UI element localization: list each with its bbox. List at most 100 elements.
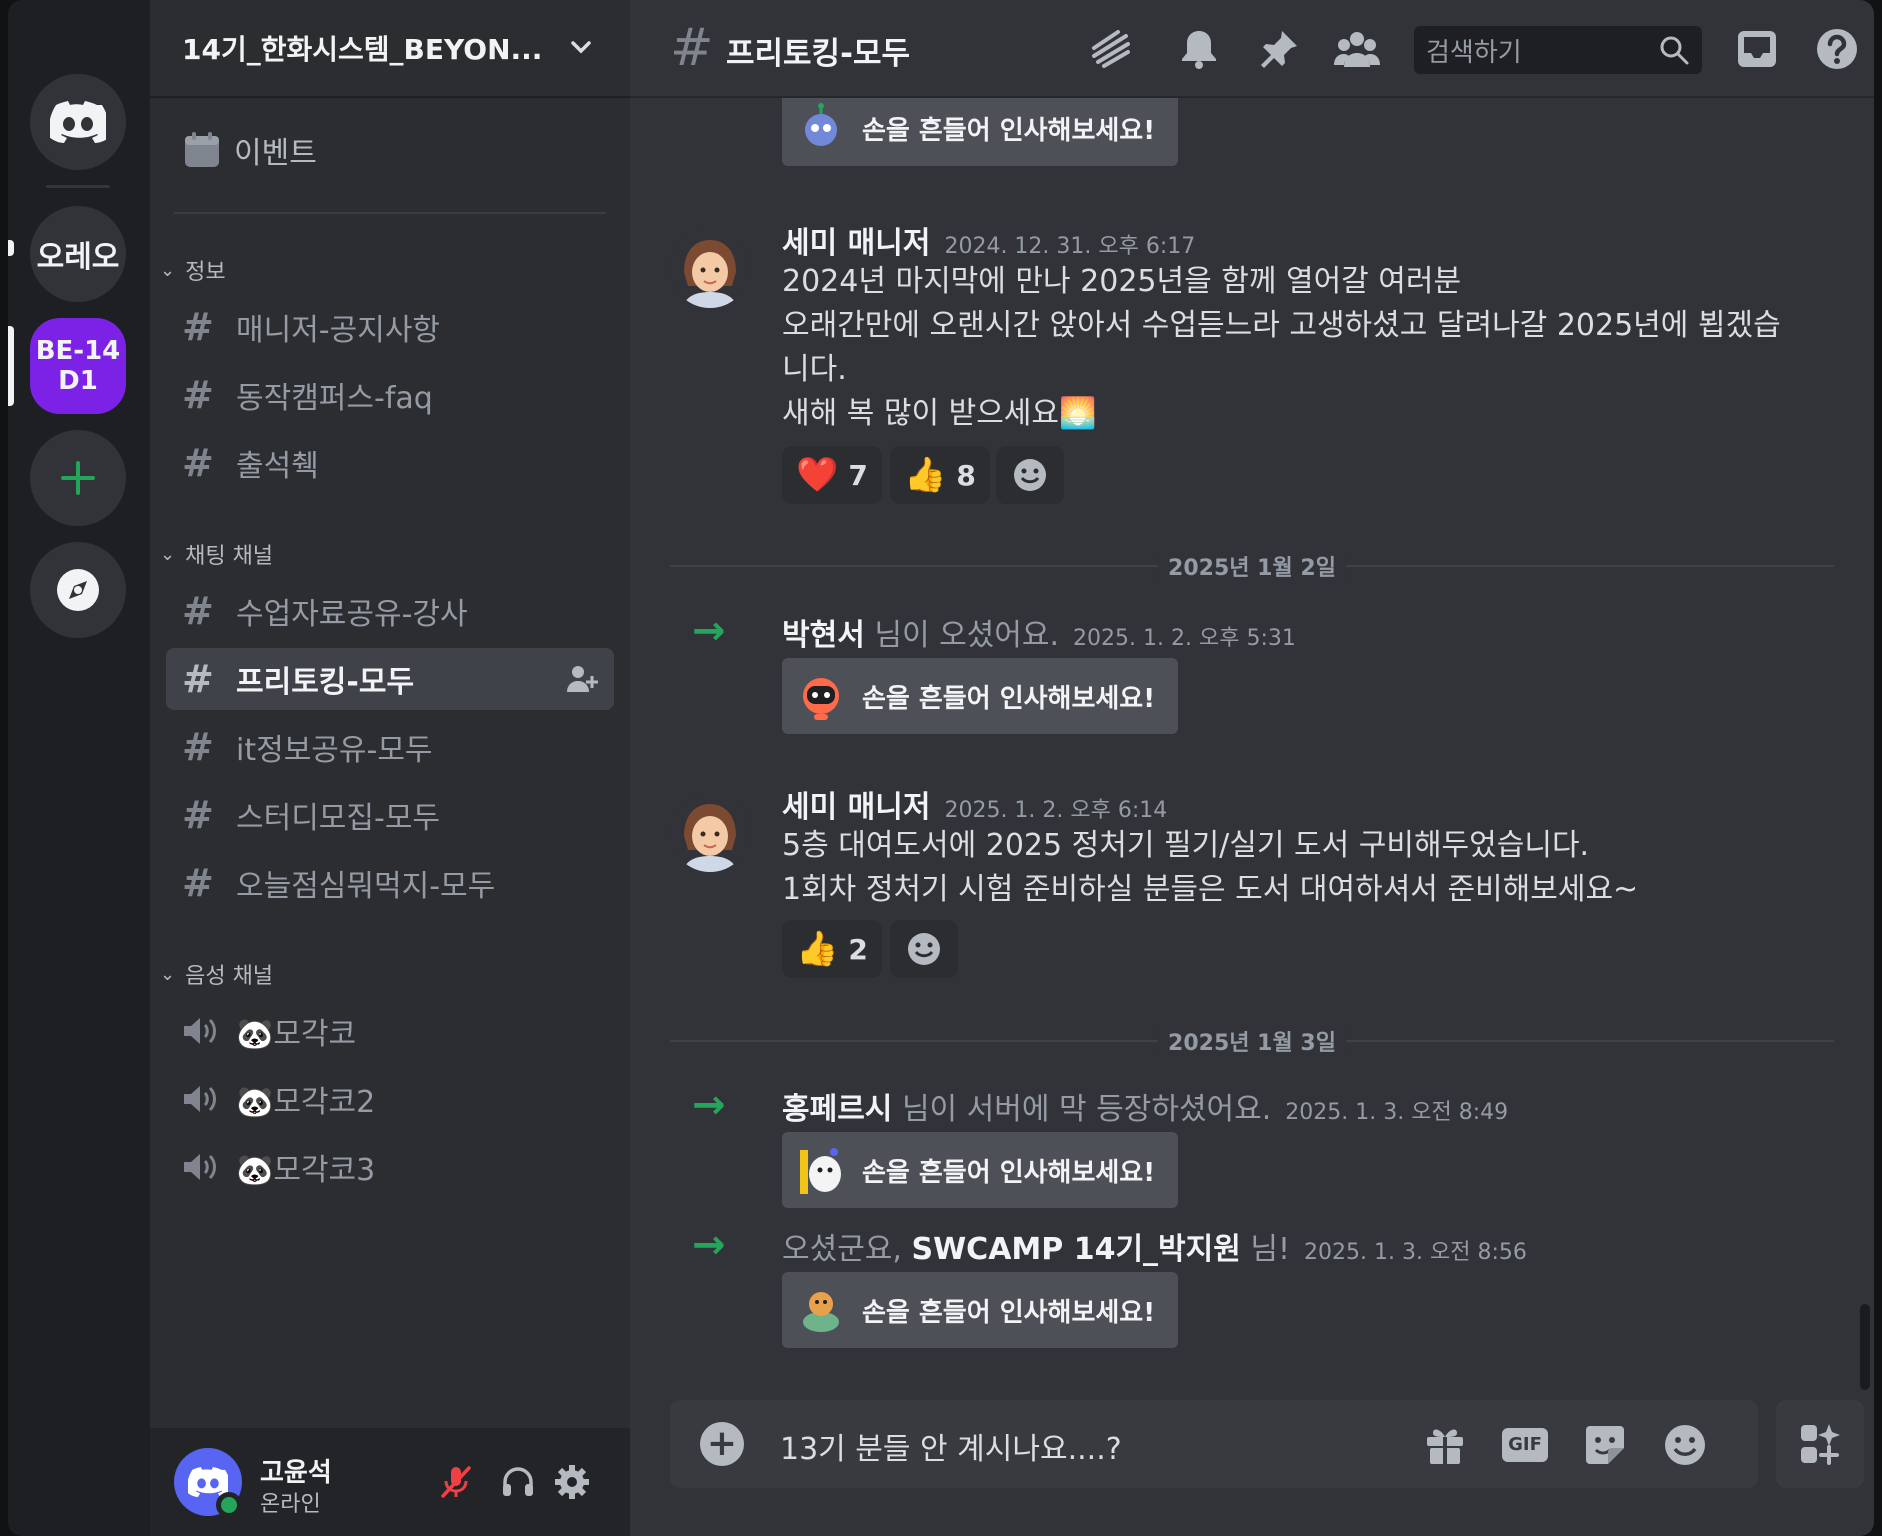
category-chat[interactable]: ⌄ 채팅 채널: [160, 538, 273, 570]
join-arrow-icon: →: [692, 608, 726, 654]
add-reaction-icon: [1014, 459, 1046, 491]
wave-label: 손을 흔들어 인사해보세요!: [862, 115, 1156, 146]
avatar[interactable]: [670, 228, 750, 308]
notifications-button[interactable]: [1174, 24, 1224, 74]
message-author[interactable]: 세미 매니저 2025. 1. 2. 오후 6:14: [782, 782, 1167, 826]
date-divider: 2025년 1월 3일: [670, 1025, 1834, 1057]
attach-plus-button[interactable]: +: [700, 1422, 744, 1466]
mute-mic-button[interactable]: [434, 1460, 478, 1504]
rail-separator: [46, 185, 110, 188]
gift-button[interactable]: [1422, 1422, 1468, 1468]
plus-icon: [61, 461, 95, 495]
hash-icon: #: [182, 793, 214, 837]
member-name[interactable]: 홍페르시: [782, 1092, 892, 1127]
wave-label: 손을 흔들어 인사해보세요!: [862, 683, 1156, 714]
emoji-icon: [1665, 1425, 1705, 1465]
message-list: 손을 흔들어 인사해보세요! 세미 매니저 2024. 12. 31. 오후 6:…: [630, 98, 1874, 1388]
search-input[interactable]: 검색하기: [1414, 26, 1702, 74]
channel-campus-faq[interactable]: # 동작캠퍼스-faq: [166, 364, 614, 426]
message-body: 2024년 마지막에 만나 2025년을 함께 열어갈 여러분 오래간만에 오랜…: [782, 264, 1781, 431]
wave-button[interactable]: 손을 흔들어 인사해보세요!: [782, 1272, 1178, 1348]
message-body: 5층 대여도서에 2025 정처기 필기/실기 도서 구비해두었습니다. 1회차…: [782, 828, 1639, 907]
category-info[interactable]: ⌄ 정보: [160, 254, 226, 286]
channel-label: 매니저-공지사항: [236, 313, 441, 348]
app-launcher-button[interactable]: [1776, 1400, 1864, 1488]
help-button[interactable]: [1812, 24, 1862, 74]
message-author[interactable]: 세미 매니저 2024. 12. 31. 오후 6:17: [782, 218, 1195, 262]
wave-button[interactable]: 손을 흔들어 인사해보세요!: [782, 658, 1178, 734]
channel-label: 오늘점심뭐먹지-모두: [236, 869, 496, 904]
channel-freetalking[interactable]: # 프리토킹-모두: [166, 648, 614, 710]
explore-servers-button[interactable]: [30, 542, 126, 638]
add-reaction-button[interactable]: [890, 920, 958, 978]
speaker-icon: [182, 1083, 236, 1115]
message-timestamp: 2025. 1. 3. 오전 8:56: [1304, 1240, 1527, 1265]
channel-attendance[interactable]: # 출석췍: [166, 432, 614, 494]
speaker-icon: [182, 1151, 236, 1183]
category-label: 채팅 채널: [185, 544, 274, 569]
calendar-icon: [185, 132, 219, 167]
sticker-button[interactable]: [1582, 1422, 1628, 1468]
voice-channel-mogakko3[interactable]: 🐼모각코3: [166, 1136, 614, 1198]
discord-window: 오레오 BE-14 D1 14기_한화시스템_BEYON... 이벤트 ⌄ 정보…: [8, 0, 1874, 1536]
emoji-button[interactable]: [1662, 1422, 1708, 1468]
voice-channel-mogakko2[interactable]: 🐼모각코2: [166, 1068, 614, 1130]
inbox-button[interactable]: [1732, 24, 1782, 74]
wave-button[interactable]: 손을 흔들어 인사해보세요!: [782, 98, 1178, 166]
hash-icon: #: [182, 725, 214, 769]
add-server-button[interactable]: [30, 430, 126, 526]
system-message: 오셨군요, SWCAMP 14기_박지원 님! 2025. 1. 3. 오전 8:…: [782, 1232, 1527, 1267]
heart-emoji: ❤️: [796, 455, 839, 495]
chevron-down-icon: [571, 41, 591, 54]
message-composer[interactable]: + 13기 분들 안 계시나요....? GIF: [670, 1400, 1758, 1488]
discord-home-button[interactable]: [30, 74, 126, 170]
member-name[interactable]: 박현서: [782, 618, 865, 653]
reaction-heart[interactable]: ❤️ 7: [782, 446, 882, 504]
wave-button[interactable]: 손을 흔들어 인사해보세요!: [782, 1132, 1178, 1208]
robot-sticker-icon: [805, 103, 837, 146]
voice-channel-mogakko[interactable]: 🐼모각코: [166, 1000, 614, 1062]
message-input[interactable]: 13기 분들 안 계시나요....?: [780, 1424, 1122, 1468]
avatar[interactable]: [670, 792, 750, 872]
category-voice[interactable]: ⌄ 음성 채널: [160, 958, 273, 990]
add-reaction-icon: [908, 933, 940, 965]
guild-header[interactable]: 14기_한화시스템_BEYON...: [150, 0, 630, 98]
member-name[interactable]: SWCAMP 14기_박지원: [911, 1232, 1240, 1267]
server-orello[interactable]: 오레오: [30, 206, 126, 302]
chat-main: # 프리토킹-모두 검색하기 손을 흔들어 인사해보세요! 세미 매니저 202…: [630, 0, 1874, 1536]
reaction-thumbs-up[interactable]: 👍 2: [782, 920, 882, 978]
headset-icon: [503, 1467, 533, 1496]
bird-sticker-icon: [803, 1292, 839, 1332]
guild-name: 14기_한화시스템_BEYON...: [182, 33, 543, 66]
pinned-messages-button[interactable]: [1254, 24, 1304, 74]
channel-title: 프리토킹-모두: [726, 36, 910, 72]
gif-button[interactable]: GIF: [1502, 1422, 1548, 1468]
channel-header: # 프리토킹-모두 검색하기: [630, 0, 1874, 98]
member-list-button[interactable]: [1332, 24, 1382, 74]
scrollbar-thumb[interactable]: [1860, 1304, 1870, 1390]
channel-label: 출석췍: [236, 449, 319, 484]
deafen-button[interactable]: [496, 1460, 540, 1504]
threads-button[interactable]: [1086, 24, 1136, 74]
channel-lunch[interactable]: # 오늘점심뭐먹지-모두: [166, 852, 614, 914]
bell-icon: [1182, 31, 1216, 69]
add-reaction-button[interactable]: [996, 446, 1064, 504]
channel-it-info[interactable]: # it정보공유-모두: [166, 716, 614, 778]
discord-icon: [50, 101, 106, 143]
channel-materials[interactable]: # 수업자료공유-강사: [166, 580, 614, 642]
user-settings-button[interactable]: [550, 1460, 594, 1504]
join-arrow-icon: →: [692, 1082, 726, 1128]
wave-label: 손을 흔들어 인사해보세요!: [862, 1157, 1156, 1188]
channel-label: 🐼모각코: [236, 1017, 357, 1052]
active-server-pill: [8, 326, 14, 406]
search-icon: [1660, 36, 1689, 65]
channel-study[interactable]: # 스터디모집-모두: [166, 784, 614, 846]
add-member-icon[interactable]: [566, 664, 598, 694]
hash-icon: #: [182, 441, 214, 485]
server-be14[interactable]: BE-14 D1: [30, 318, 126, 414]
reaction-count: 8: [956, 458, 976, 492]
channel-manager-notice[interactable]: # 매니저-공지사항: [166, 296, 614, 358]
message-timestamp: 2024. 12. 31. 오후 6:17: [944, 234, 1196, 259]
events-link[interactable]: 이벤트: [182, 128, 317, 172]
reaction-thumbs-up[interactable]: 👍 8: [890, 446, 990, 504]
